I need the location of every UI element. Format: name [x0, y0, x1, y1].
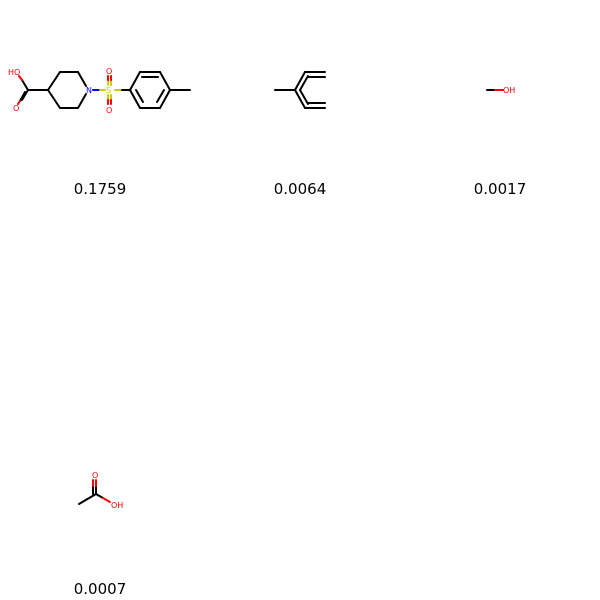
molecule-cell-3: OH 0.0017	[400, 0, 600, 200]
atom-label-s: S	[106, 86, 111, 95]
molecule-cell-2: 0.0064	[200, 0, 400, 200]
atom-label-oh: OH	[503, 86, 515, 95]
molecule-cell-1: HO O N S O O 0.1759	[0, 0, 200, 200]
atom-label-o: O	[92, 471, 98, 480]
molecule-structure-3: OH	[486, 86, 515, 95]
molecule-cell-4: O OH 0.0007	[0, 400, 200, 600]
molecule-structure-2	[274, 71, 326, 109]
score-label: 0.0064	[273, 180, 327, 198]
molecule-structure-1: HO O N S O O	[8, 67, 191, 115]
atom-label-n: N	[86, 86, 92, 95]
atom-label-oh: OH	[111, 501, 123, 510]
score-label: 0.0007	[73, 580, 127, 598]
atom-label-o-bottom: O	[106, 106, 112, 115]
score-label: 0.0017	[473, 180, 527, 198]
molecule-grid: HO O N S O O 0.1759 0.0064 OH 0.0017 O O…	[0, 0, 600, 600]
score-label: 0.1759	[73, 180, 127, 198]
atom-label-ho: HO	[8, 68, 20, 77]
atom-label-o: O	[13, 104, 19, 113]
atom-label-o-top: O	[106, 67, 112, 76]
molecule-structure-4: O OH	[78, 471, 123, 510]
